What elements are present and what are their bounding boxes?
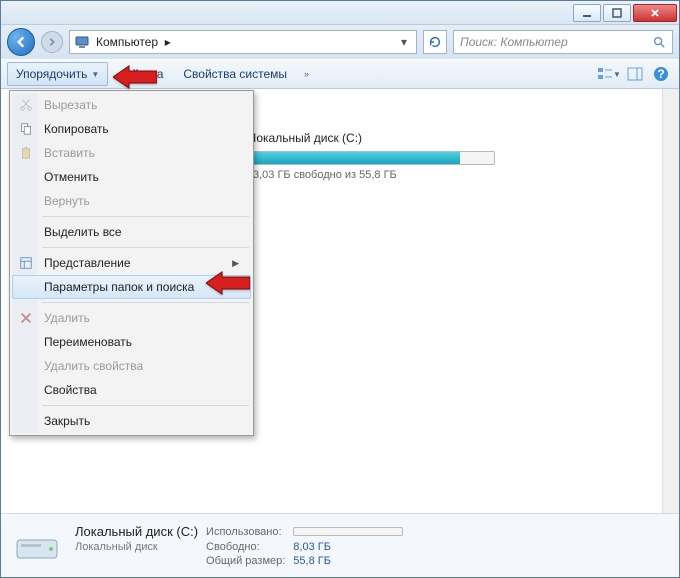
paste-icon xyxy=(18,145,34,161)
delete-icon xyxy=(18,310,34,326)
used-bar xyxy=(293,527,403,536)
total-value: 55,8 ГБ xyxy=(293,555,403,567)
nav-back-button[interactable] xyxy=(7,28,35,56)
menu-rename[interactable]: Переименовать xyxy=(12,330,251,354)
menu-props[interactable]: Свойства xyxy=(12,378,251,402)
menu-remove-props[interactable]: Удалить свойства xyxy=(12,354,251,378)
close-button[interactable] xyxy=(633,4,677,22)
help-button[interactable]: ? xyxy=(649,62,673,86)
details-pane: Локальный диск (C:) Использовано: Локаль… xyxy=(1,513,679,577)
maximize-button[interactable] xyxy=(603,4,631,22)
breadcrumb[interactable]: Компьютер ▸ xyxy=(96,35,390,49)
drive-icon xyxy=(13,526,61,566)
refresh-button[interactable] xyxy=(423,30,447,54)
menu-select-all[interactable]: Выделить все xyxy=(12,220,251,244)
svg-text:?: ? xyxy=(657,67,664,81)
menu-undo[interactable]: Отменить xyxy=(12,165,251,189)
system-properties-button[interactable]: Свойства системы xyxy=(174,62,296,86)
layout-icon xyxy=(18,255,34,271)
address-dropdown-icon[interactable]: ▾ xyxy=(396,35,412,49)
toolbar: Упорядочить ▼ войства Свойства системы »… xyxy=(1,59,679,89)
menu-copy[interactable]: Копировать xyxy=(12,117,251,141)
submenu-arrow-icon: ▶ xyxy=(232,258,239,269)
computer-icon xyxy=(74,34,90,50)
menu-close[interactable]: Закрыть xyxy=(12,409,251,433)
address-bar-row: Компьютер ▸ ▾ Поиск: Компьютер xyxy=(1,25,679,59)
organize-label: Упорядочить xyxy=(16,67,87,81)
cut-icon xyxy=(18,97,34,113)
minimize-button[interactable] xyxy=(573,4,601,22)
vertical-scrollbar[interactable] xyxy=(662,89,679,513)
annotation-arrow-2 xyxy=(206,269,250,300)
chevron-down-icon: ▼ xyxy=(91,70,99,79)
details-title: Локальный диск (C:) xyxy=(75,524,198,539)
drive-usage-bar xyxy=(253,151,495,165)
explorer-window: Компьютер ▸ ▾ Поиск: Компьютер Упорядочи… xyxy=(0,0,680,578)
nav-forward-button[interactable] xyxy=(41,31,63,53)
used-label: Использовано: xyxy=(206,526,282,538)
chevron-down-icon: ▼ xyxy=(613,70,621,79)
drive-item[interactable]: Іокальный диск (C:) 3,03 ГБ свободно из … xyxy=(249,127,499,185)
preview-pane-button[interactable] xyxy=(623,62,647,86)
address-bar[interactable]: Компьютер ▸ ▾ xyxy=(69,30,417,54)
menu-cut[interactable]: Вырезать xyxy=(12,93,251,117)
menu-delete[interactable]: Удалить xyxy=(12,306,251,330)
search-input[interactable]: Поиск: Компьютер xyxy=(453,30,673,54)
free-value: 8,03 ГБ xyxy=(293,541,403,553)
search-placeholder: Поиск: Компьютер xyxy=(460,35,568,49)
details-subtitle: Локальный диск xyxy=(75,541,198,553)
annotation-arrow-1 xyxy=(113,63,157,94)
view-icons-button[interactable]: ▼ xyxy=(597,62,621,86)
menu-paste[interactable]: Вставить xyxy=(12,141,251,165)
organize-button[interactable]: Упорядочить ▼ xyxy=(7,62,108,86)
total-label: Общий размер: xyxy=(206,555,285,567)
free-label: Свободно: xyxy=(206,541,260,553)
menu-redo[interactable]: Вернуть xyxy=(12,189,251,213)
copy-icon xyxy=(18,121,34,137)
titlebar xyxy=(1,1,679,25)
drive-label: Іокальный диск (C:) xyxy=(253,131,495,147)
drive-subtext: 3,03 ГБ свободно из 55,8 ГБ xyxy=(253,169,495,181)
toolbar-overflow-icon[interactable]: » xyxy=(298,69,315,79)
organize-menu: Вырезать Копировать Вставить Отменить Ве… xyxy=(9,90,254,436)
search-icon xyxy=(652,35,666,49)
